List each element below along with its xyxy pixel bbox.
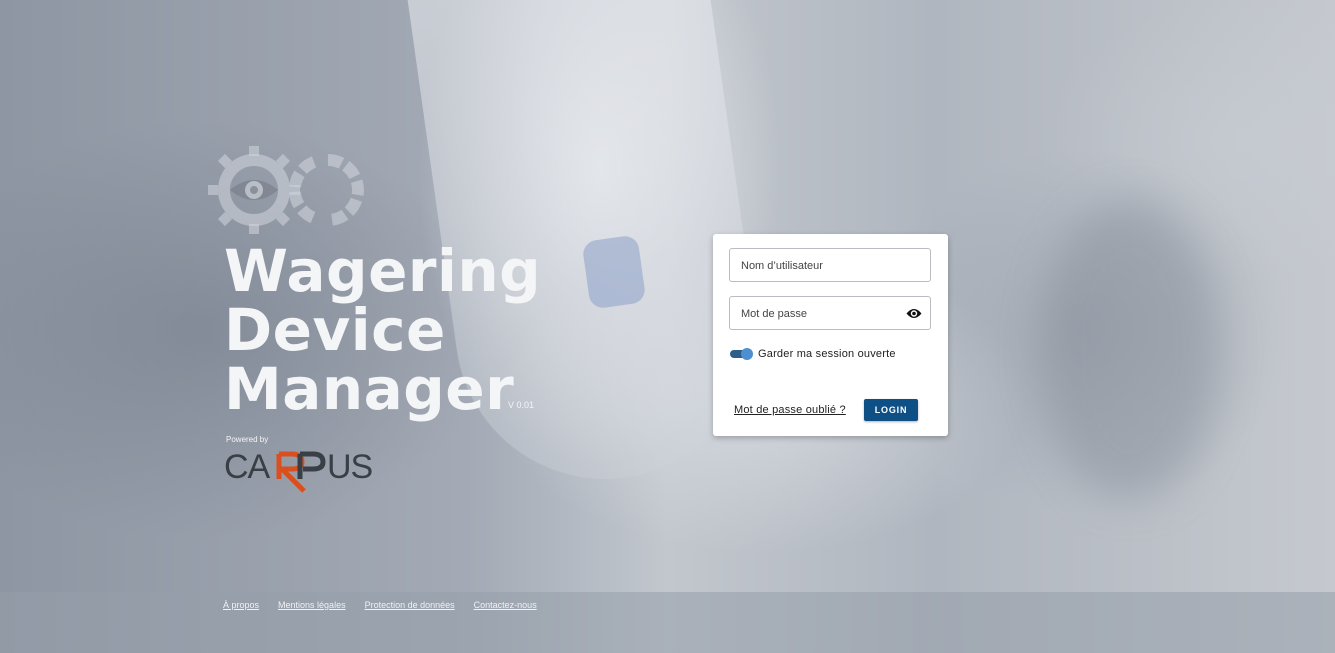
background-shadow-shape <box>1040 200 1220 500</box>
carrus-logo: CA US <box>224 449 374 493</box>
password-input[interactable] <box>741 306 901 322</box>
username-input[interactable] <box>741 258 901 274</box>
footer-link-contact[interactable]: Contactez-nous <box>474 600 537 610</box>
footer-links: À propos Mentions légales Protection de … <box>223 600 537 610</box>
app-title-line1: Wagering <box>224 237 542 305</box>
remember-label: Garder ma session ouverte <box>758 348 896 360</box>
footer-link-legal[interactable]: Mentions légales <box>278 600 346 610</box>
eye-icon[interactable] <box>906 307 922 320</box>
forgot-password-link[interactable]: Mot de passe oublié ? <box>734 404 846 416</box>
footer-link-about[interactable]: À propos <box>223 600 259 610</box>
login-card: Garder ma session ouverte Mot de passe o… <box>713 234 948 436</box>
svg-text:US: US <box>327 449 373 486</box>
footer: À propos Mentions légales Protection de … <box>0 592 1335 653</box>
svg-text:CA: CA <box>224 449 271 486</box>
app-title: Wagering Device Manager <box>224 242 541 419</box>
footer-link-privacy[interactable]: Protection de données <box>365 600 455 610</box>
password-field <box>729 296 931 330</box>
background-machine-badge <box>581 234 647 310</box>
app-title-line3: Manager <box>224 355 515 423</box>
login-button[interactable]: LOGIN <box>864 399 918 421</box>
username-field <box>729 248 931 282</box>
toggle-thumb <box>741 348 753 360</box>
app-title-line2: Device <box>224 296 446 364</box>
remember-toggle[interactable] <box>730 348 753 360</box>
version-label: V 0.01 <box>508 400 535 410</box>
gear-eye-logo-icon <box>208 146 364 234</box>
powered-by-label: Powered by <box>226 435 269 444</box>
